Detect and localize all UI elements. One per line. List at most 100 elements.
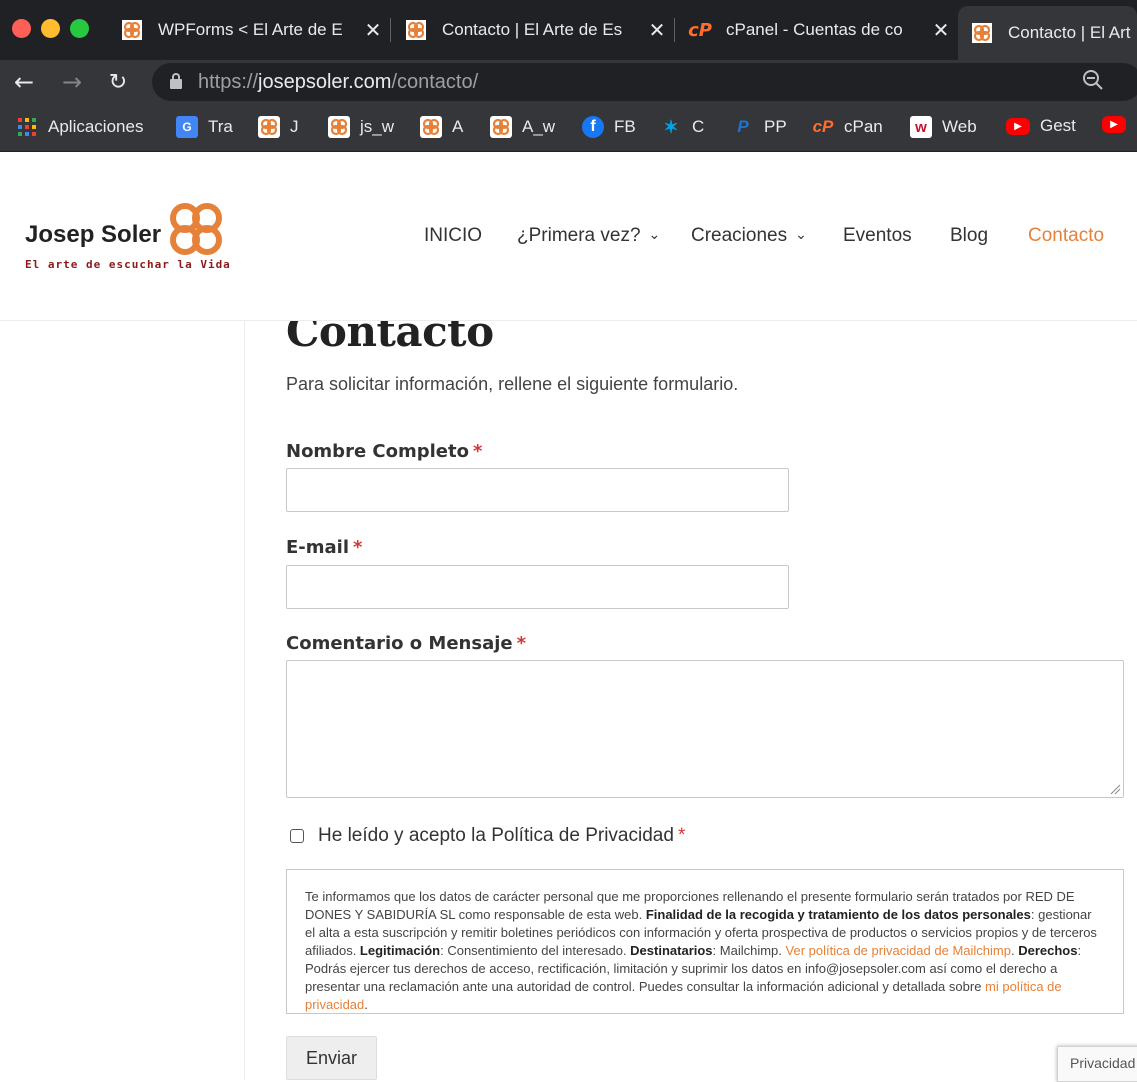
message-label: Comentario o Mensaje * <box>286 633 527 654</box>
orange-clover-icon <box>122 20 142 40</box>
bookmark-label: Web <box>942 117 977 136</box>
bookmark-aplicaciones[interactable]: Aplicaciones <box>16 116 143 138</box>
forward-button[interactable]: → <box>58 68 86 96</box>
resize-grip-icon[interactable] <box>1109 783 1121 795</box>
tab-separator <box>674 18 675 42</box>
cpanel-icon: cP <box>812 117 834 136</box>
google-translate-icon: G <box>176 116 198 138</box>
logo-tagline: El arte de escuchar la Vida <box>25 258 231 271</box>
logo-name[interactable]: Josep Soler <box>25 221 161 249</box>
bookmark-overflow[interactable]: ▶ <box>1102 116 1136 133</box>
bookmark-label: J <box>290 117 299 136</box>
bookmark-label: C <box>692 117 705 136</box>
tab-title: cPanel - Cuentas de co <box>726 20 903 39</box>
submit-button[interactable]: Enviar <box>286 1036 377 1080</box>
name-input[interactable] <box>286 468 789 512</box>
window-controls <box>12 19 89 38</box>
tab-separator <box>390 18 391 42</box>
tab-cpanel[interactable]: cP cPanel - Cuentas de co ✕ <box>680 6 952 54</box>
tab-title: WPForms < El Arte de E <box>158 20 343 39</box>
web-page: Josep Soler El arte de escuchar la Vida … <box>0 153 1137 1082</box>
lock-icon <box>170 73 182 89</box>
bookmark-a-w[interactable]: A_w <box>490 116 555 138</box>
apps-grid-icon <box>16 116 38 138</box>
nav-blog[interactable]: Blog <box>950 225 988 247</box>
orange-clover-icon <box>490 116 512 138</box>
youtube-icon: ▶ <box>1006 117 1030 135</box>
bookmark-label: Tra <box>208 117 233 136</box>
nav-inicio[interactable]: INICIO <box>424 225 482 247</box>
caixabank-icon: ✶ <box>663 116 679 137</box>
bookmark-a[interactable]: A <box>420 116 463 138</box>
back-button[interactable]: ← <box>10 68 38 96</box>
bookmark-cpan[interactable]: cP cPan <box>812 116 883 138</box>
nav-eventos[interactable]: Eventos <box>843 225 912 247</box>
orange-clover-icon <box>406 20 426 40</box>
facebook-icon: f <box>582 116 604 138</box>
nav-creaciones[interactable]: Creaciones ⌄ <box>691 225 807 247</box>
site-header: Josep Soler El arte de escuchar la Vida … <box>0 153 1137 321</box>
bookmark-label: A <box>452 117 464 136</box>
bookmark-tra[interactable]: G Tra <box>176 116 233 138</box>
privacy-notice: Te informamos que los datos de carácter … <box>286 869 1124 1014</box>
youtube-icon: ▶ <box>1102 116 1126 133</box>
address-bar[interactable]: https://josepsoler.com/contacto/ <box>152 63 1137 101</box>
bookmarks-bar: Aplicaciones G Tra J js_w A A_w f FB ✶ C… <box>0 104 1137 152</box>
paypal-icon: P <box>737 117 749 136</box>
orange-clover-icon <box>258 116 280 138</box>
close-tab-icon[interactable]: ✕ <box>930 18 952 43</box>
zoom-window-button[interactable] <box>70 19 89 38</box>
close-tab-icon[interactable]: ✕ <box>646 18 668 43</box>
page-title: Contacto <box>286 321 494 356</box>
privacy-checkbox[interactable] <box>290 829 304 843</box>
bookmark-label: cPan <box>844 117 883 136</box>
bookmark-label: PP <box>764 117 787 136</box>
close-window-button[interactable] <box>12 19 31 38</box>
bookmark-label: js_w <box>360 117 395 136</box>
bookmark-fb[interactable]: f FB <box>582 116 636 138</box>
email-label: E-mail * <box>286 537 363 558</box>
tab-contacto-active[interactable]: Contacto | El Art <box>958 6 1137 60</box>
intro-text: Para solicitar información, rellene el s… <box>286 374 739 394</box>
email-input[interactable] <box>286 565 789 609</box>
bookmark-label: A_w <box>522 117 556 136</box>
page-title-clip: Contacto <box>0 321 1137 361</box>
sidebar-divider <box>244 321 245 1080</box>
message-textarea[interactable] <box>286 660 1124 798</box>
bookmark-js-w[interactable]: js_w <box>328 116 394 138</box>
orange-clover-icon <box>972 23 992 43</box>
tab-wpforms[interactable]: WPForms < El Arte de E ✕ <box>112 6 384 54</box>
nav-primera-vez[interactable]: ¿Primera vez? ⌄ <box>517 225 660 247</box>
chevron-down-icon: ⌄ <box>795 226 807 242</box>
orange-clover-icon <box>328 116 350 138</box>
bookmark-pp[interactable]: P PP <box>732 116 787 138</box>
privacy-checkbox-label[interactable]: He leído y acepto la Política de Privaci… <box>318 825 674 847</box>
bookmark-c[interactable]: ✶ C <box>660 116 704 138</box>
name-label: Nombre Completo * <box>286 441 483 462</box>
reload-button[interactable]: ↻ <box>104 68 132 96</box>
webempresa-icon: w <box>910 116 932 138</box>
tab-contacto-1[interactable]: Contacto | El Arte de Es ✕ <box>396 6 668 54</box>
orange-clover-icon <box>420 116 442 138</box>
minimize-window-button[interactable] <box>41 19 60 38</box>
cpanel-icon: cP <box>688 19 712 41</box>
required-mark: * <box>677 825 686 846</box>
browser-tab-bar: WPForms < El Arte de E ✕ Contacto | El A… <box>0 0 1137 60</box>
recaptcha-badge[interactable]: Privacidad <box>1057 1046 1137 1082</box>
url-text: https://josepsoler.com/contacto/ <box>198 71 479 93</box>
bookmark-label: FB <box>614 117 636 136</box>
mailchimp-privacy-link[interactable]: Ver política de privacidad de Mailchimp <box>786 943 1011 958</box>
bookmark-gest[interactable]: ▶ Gest <box>1006 116 1076 136</box>
tab-title: Contacto | El Arte de Es <box>442 20 623 39</box>
bookmark-label: Aplicaciones <box>48 117 144 136</box>
browser-toolbar: ← → ↻ https://josepsoler.com/contacto/ <box>0 60 1137 104</box>
zoom-icon[interactable] <box>1082 69 1104 97</box>
tab-title: Contacto | El Art <box>1008 23 1131 42</box>
bookmark-web[interactable]: w Web <box>910 116 977 138</box>
clover-logo-icon[interactable] <box>165 198 227 260</box>
bookmark-j[interactable]: J <box>258 116 299 138</box>
nav-contacto[interactable]: Contacto <box>1028 225 1104 247</box>
bookmark-label: Gest <box>1040 116 1076 135</box>
close-tab-icon[interactable]: ✕ <box>362 18 384 43</box>
privacy-consent-row: He leído y acepto la Política de Privaci… <box>290 825 685 847</box>
